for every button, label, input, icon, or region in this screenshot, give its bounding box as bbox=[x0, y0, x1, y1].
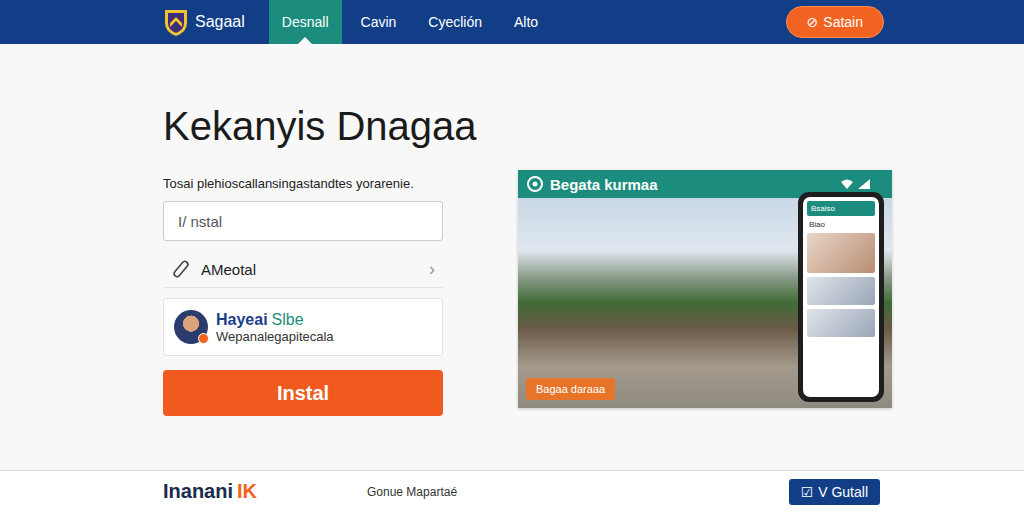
profile-card[interactable]: HayeaiSlbeWepanalegapitecala bbox=[163, 298, 443, 356]
status-icon: ⊘ bbox=[807, 14, 819, 30]
phone-screen: Bsaiso Biao bbox=[803, 197, 879, 397]
profile-name-first: Hayeai bbox=[216, 311, 268, 328]
nav-tab[interactable]: Cyeclión bbox=[415, 0, 495, 44]
signal-icon bbox=[840, 177, 884, 191]
link-row[interactable]: AMeotal › bbox=[163, 251, 443, 288]
gutall-button[interactable]: ☑V Gutall bbox=[789, 479, 880, 505]
link-label: AMeotal bbox=[201, 261, 419, 278]
app-preview: Begata kurmaa Bagaa daraaa Bsaiso Biao bbox=[518, 170, 892, 408]
avatar-icon bbox=[174, 310, 208, 344]
nav-tab[interactable]: Cavin bbox=[348, 0, 410, 44]
preview-title: Begata kurmaa bbox=[550, 176, 658, 193]
satain-label: Satain bbox=[823, 14, 863, 30]
search-input[interactable] bbox=[163, 201, 443, 241]
hero-columns: Tosai plehioscallansingastandtes yoraren… bbox=[163, 170, 1024, 416]
nav-tabs: DesnallCavinCyecliónAlto bbox=[269, 0, 551, 44]
footer-brand: InananiIK bbox=[163, 480, 367, 503]
top-nav: Sagaal DesnallCavinCyecliónAlto ⊘Satain bbox=[0, 0, 1024, 44]
install-button[interactable]: Instal bbox=[163, 370, 443, 416]
hero-subtitle: Tosai plehioscallansingastandtes yoraren… bbox=[163, 176, 443, 191]
phone-header: Bsaiso bbox=[807, 201, 875, 216]
preview-badge[interactable]: Bagaa daraaa bbox=[526, 378, 615, 400]
phone-line: Biao bbox=[807, 220, 875, 229]
brand-name: Sagaal bbox=[195, 13, 245, 31]
paperclip-icon bbox=[171, 259, 191, 279]
nav-tab[interactable]: Desnall bbox=[269, 0, 342, 44]
phone-image bbox=[807, 309, 875, 337]
footer-brand-name: Inanani bbox=[163, 480, 233, 502]
shield-logo-icon bbox=[163, 7, 189, 37]
phone-image bbox=[807, 233, 875, 273]
brand-logo[interactable]: Sagaal bbox=[163, 0, 245, 44]
main-content: Kekanyis Dnagaa Tosai plehioscallansingas… bbox=[0, 44, 1024, 470]
profile-detail: Wepanalegapitecala bbox=[216, 329, 334, 344]
nav-tab[interactable]: Alto bbox=[501, 0, 551, 44]
footer-brand-accent: IK bbox=[237, 480, 257, 502]
nav-spacer bbox=[551, 0, 785, 44]
hero-left: Tosai plehioscallansingastandtes yoraren… bbox=[163, 170, 443, 416]
footer-text[interactable]: Gonue Mapartaé bbox=[367, 485, 789, 499]
phone-image bbox=[807, 277, 875, 305]
footer: InananiIKGonue Mapartaé☑V Gutall bbox=[0, 470, 1024, 512]
profile-name: HayeaiSlbe bbox=[216, 311, 334, 329]
gutall-label: V Gutall bbox=[818, 484, 868, 500]
profile-text: HayeaiSlbeWepanalegapitecala bbox=[216, 311, 334, 344]
phone-mockup: Bsaiso Biao bbox=[798, 192, 884, 402]
profile-name-second: Slbe bbox=[272, 311, 304, 328]
hero-title: Kekanyis Dnagaa bbox=[163, 102, 1024, 150]
check-icon: ☑ bbox=[801, 484, 814, 500]
satain-button[interactable]: ⊘Satain bbox=[786, 6, 884, 38]
app-logo-icon bbox=[526, 175, 544, 193]
chevron-icon: › bbox=[429, 259, 435, 280]
